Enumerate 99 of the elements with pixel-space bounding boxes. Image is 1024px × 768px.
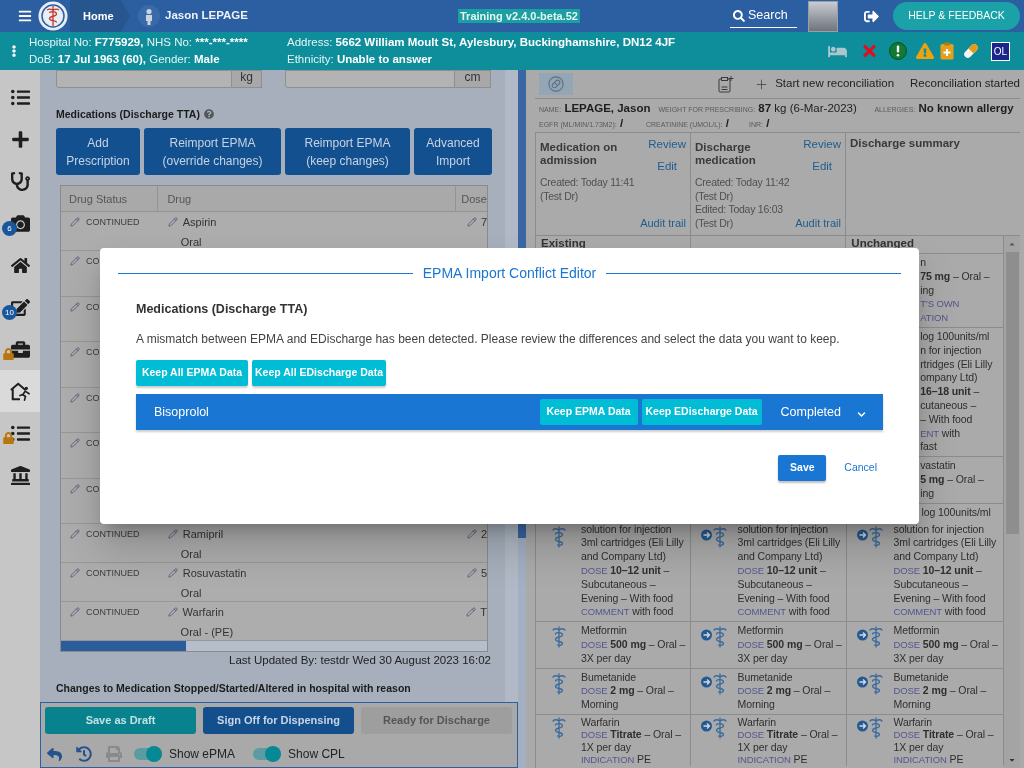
drug-detail-text: DOSE 500 mg – Oral – 3X per day xyxy=(737,637,843,666)
drug-name: Metformin xyxy=(893,624,941,638)
drug-name: Ramipril xyxy=(182,528,224,540)
dialog-message: A mismatch between EPMA and EDischarge has been detected. Please review the differences and select the data you want to keep. xyxy=(136,332,840,346)
section-heading: Medications (Discharge TTA) xyxy=(56,108,200,120)
card-title: Medication on admission xyxy=(540,141,619,167)
drug-detail-text: DOSE 2 mg – Oral – Morning xyxy=(581,684,675,712)
status-text: CONTINUED xyxy=(86,528,140,540)
history-text: Edited: Today 16:03 (Test Dr) xyxy=(695,203,784,230)
drug-detail-fragment: 16–18 unit – xyxy=(920,385,980,399)
drug-detail-text: DOSE 500 mg – Oral – 3X per day xyxy=(581,637,687,666)
drug-name: Warfarin xyxy=(893,715,933,729)
status-text: CO xyxy=(86,482,100,495)
status-text: CO xyxy=(86,300,100,313)
patient-details-text: Hospital No: F775929, NHS No: ***-***-**** xyxy=(29,35,249,50)
route-text: Oral - (PE) xyxy=(180,626,234,638)
count-badge: 10 xyxy=(2,305,17,320)
drug-detail-text: DOSE Titrate – Oral – 1X per day xyxy=(737,728,839,754)
dialog-title: EPMA Import Conflict Editor xyxy=(421,265,598,281)
dose-text: 2 xyxy=(480,528,487,540)
drug-detail-text: DOSE 500 mg – Oral – 3X per day xyxy=(893,637,999,666)
environment-label: Training v2.4.0-beta.52 xyxy=(458,9,580,23)
drug-detail-fragment: – With food xyxy=(920,412,973,427)
unit-addon: cm xyxy=(455,70,491,88)
drug-name: Rosuvastatin xyxy=(182,567,247,579)
drug-detail-fragment: 5 mg – Oral – xyxy=(920,472,984,487)
reconciliation-status-text: Reconciliation started xyxy=(910,76,1020,92)
drug-name: Aspirin xyxy=(182,216,217,228)
dialog-section-heading: Medications (Discharge TTA) xyxy=(136,302,308,316)
drug-detail-text: DOSE 2 mg – Oral – Morning xyxy=(737,684,832,712)
drug-name: Bumetanide xyxy=(737,670,794,685)
drug-detail-text: INDICATION PE xyxy=(581,753,652,766)
drug-name-fragment: log 100units/ml xyxy=(921,505,992,520)
toggle-label: Show ePMA xyxy=(169,746,236,763)
card-title: Discharge summary xyxy=(850,137,960,150)
drug-name: Bumetanide xyxy=(581,670,638,685)
column-header: Existing xyxy=(541,237,587,249)
status-text: CO xyxy=(86,391,100,404)
column-header: Drug xyxy=(157,186,456,211)
drug-detail-fragment: T'S OWN xyxy=(920,297,960,312)
drug-name: Warfarin xyxy=(182,606,224,618)
drug-detail-fragment: ing xyxy=(920,486,934,501)
status-text: CO xyxy=(86,255,100,267)
drug-name: solution for injection 3ml cartridges (Eli Lilly and Company Ltd) xyxy=(581,522,685,564)
toggle-label: Show CPL xyxy=(288,746,345,763)
drug-detail-fragment: rtridges (Eli Lilly xyxy=(920,357,993,372)
column-header: Dose xyxy=(455,186,487,211)
status-text: CONTINUED xyxy=(86,567,140,579)
drug-name: Bumetanide xyxy=(893,670,950,685)
last-updated-text: Last Updated By: testdr Wed 30 August 2023 16:02 xyxy=(228,653,491,667)
drug-name: Warfarin xyxy=(737,715,777,729)
drug-detail-fragment: ing xyxy=(920,283,934,298)
drug-detail-text: INDICATION PE xyxy=(737,753,809,766)
drug-name: solution for injection 3ml cartridges (Eli Lilly and Company Ltd) xyxy=(737,522,842,564)
status-text: CO xyxy=(86,346,100,358)
dose-text: 5 xyxy=(480,567,487,579)
history-text: Created: Today 11:42 (Test Dr) xyxy=(695,176,791,203)
drug-name: Metformin xyxy=(581,624,628,638)
column-header: Unchanged xyxy=(851,237,915,249)
count-badge: 6 xyxy=(2,221,17,236)
route-text: Oral xyxy=(180,548,202,560)
column-header: Drug Status xyxy=(68,192,129,207)
drug-detail-text: DOSE Titrate – Oral – 1X per day xyxy=(581,728,682,754)
status-text: CONTINUED xyxy=(86,606,140,618)
drug-detail-fragment: ompany Ltd) xyxy=(920,371,978,386)
drug-detail-fragment: log 100units/ml xyxy=(920,330,990,344)
drug-name: solution for injection 3ml cartridges (Eli Lilly and Company Ltd) xyxy=(893,522,998,564)
drug-name: Warfarin xyxy=(581,715,621,729)
status-text: CO xyxy=(86,437,100,449)
conflict-status-text: Completed xyxy=(780,403,841,421)
drug-name: Bisoprolol xyxy=(154,403,209,421)
unit-addon: kg xyxy=(232,70,262,88)
card-title: Discharge medication xyxy=(695,141,757,167)
drug-detail-text: DOSE Titrate – Oral – 1X per day xyxy=(893,728,995,754)
patient-details-text: DoB: 17 Jul 1963 (60), Gender: Male xyxy=(29,52,221,67)
drug-detail-text: COMMENT with food xyxy=(581,605,675,620)
section-heading: Changes to Medication Stopped/Started/Altered in hospital with reason xyxy=(56,682,411,694)
drug-detail-fragment: fast xyxy=(920,440,937,455)
drug-detail-text: DOSE 2 mg – Oral – Morning xyxy=(893,684,988,712)
drug-name: Metformin xyxy=(737,624,785,638)
dose-text: 7 xyxy=(480,216,487,228)
drug-detail-fragment: vastatin xyxy=(920,459,956,473)
drug-detail-text: COMMENT with food xyxy=(893,605,987,620)
patient-details-text: Ethnicity: Unable to answer xyxy=(287,52,434,67)
drug-detail-fragment: ATION xyxy=(920,311,949,325)
patient-flag: OL xyxy=(991,41,1010,61)
drug-detail-fragment: n for injection xyxy=(920,343,982,358)
drug-detail-fragment: n xyxy=(920,256,926,270)
history-text: Created: Today 11:41 (Test Dr) xyxy=(540,176,636,203)
drug-detail-text: COMMENT with food xyxy=(737,605,831,620)
dose-text: T xyxy=(480,606,487,618)
drug-detail-fragment: 75 mg – Oral – xyxy=(920,269,990,284)
drug-detail-text: INDICATION PE xyxy=(893,753,965,766)
drug-detail-fragment: cutaneous – xyxy=(920,398,977,413)
patient-details-text: Address: 5662 William Moult St, Aylesbury, Buckinghamshire, DN12 4JF xyxy=(287,35,676,50)
route-text: Oral xyxy=(180,236,202,248)
drug-detail-fragment: ENT with xyxy=(920,426,961,441)
route-text: Oral xyxy=(180,587,202,599)
status-text: CONTINUED xyxy=(86,216,140,228)
